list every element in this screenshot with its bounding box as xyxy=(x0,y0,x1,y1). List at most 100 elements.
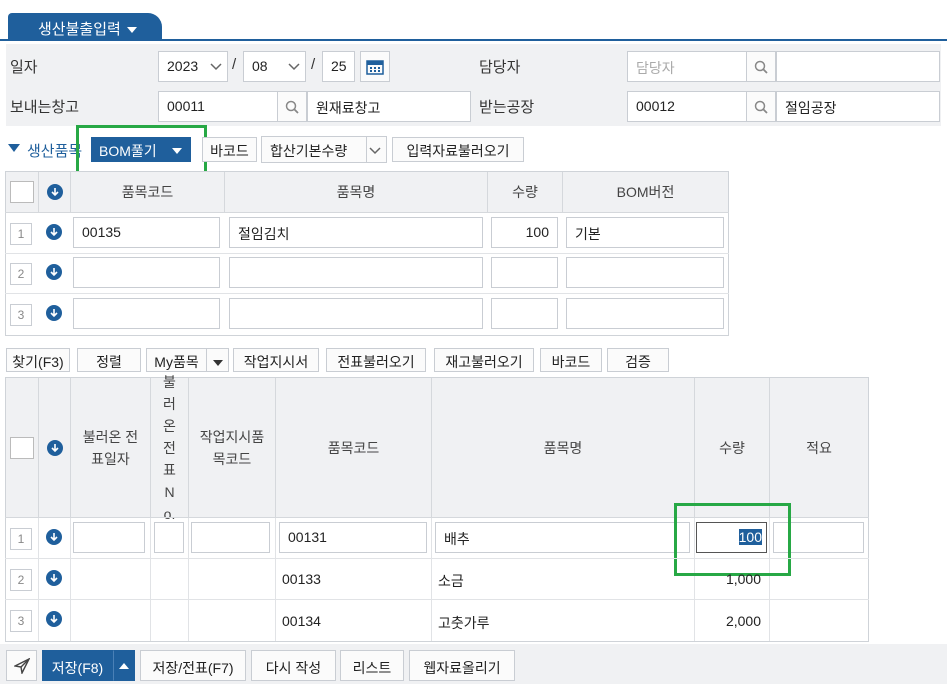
item-name-cell[interactable]: 고춧가루 xyxy=(438,613,490,633)
save-options-button[interactable] xyxy=(113,650,135,681)
item-name-input[interactable] xyxy=(229,298,483,329)
item-code-input[interactable] xyxy=(73,298,220,329)
highlight-box-qty xyxy=(674,503,791,576)
item-code-cell[interactable]: 00134 xyxy=(282,613,321,629)
date-label: 일자 xyxy=(10,59,38,76)
work-order-item-code-input[interactable] xyxy=(191,522,270,553)
item-name-input[interactable] xyxy=(229,257,483,288)
sum-qty-value: 합산기본수량 xyxy=(270,143,348,159)
slip-load-button[interactable]: 전표불러오기 xyxy=(326,348,426,372)
work-order-button[interactable]: 작업지시서 xyxy=(233,348,319,372)
send-warehouse-name-input[interactable]: 원재료창고 xyxy=(307,91,471,122)
item-name-input[interactable]: 절임김치 xyxy=(229,217,483,248)
send-warehouse-code-input[interactable]: 00011 xyxy=(158,91,278,122)
send-warehouse-search-button[interactable] xyxy=(277,91,307,122)
select-all-checkbox[interactable] xyxy=(10,437,34,459)
row-number: 2 xyxy=(10,263,32,285)
month-select[interactable]: 08 xyxy=(243,51,306,82)
day-input[interactable]: 25 xyxy=(322,51,355,82)
year-select[interactable]: 2023 xyxy=(158,51,228,82)
header-item-code: 품목코드 xyxy=(276,378,432,518)
manager-name-input[interactable] xyxy=(776,51,940,82)
stock-load-button[interactable]: 재고불러오기 xyxy=(434,348,534,372)
chevron-down-icon xyxy=(210,63,222,71)
row-number: 1 xyxy=(10,528,32,550)
header-qty: 수량 xyxy=(695,378,770,518)
item-code-cell[interactable]: 00133 xyxy=(282,571,321,587)
search-icon xyxy=(285,100,299,114)
barcode-button-top[interactable]: 바코드 xyxy=(202,137,257,162)
caret-down-icon xyxy=(212,360,223,366)
header-arrow-cell xyxy=(39,378,71,518)
header-bom-version: BOM버전 xyxy=(563,172,728,212)
row-divider xyxy=(5,599,869,600)
production-section-title: 생산품목 xyxy=(27,143,83,160)
row-number: 3 xyxy=(10,610,32,632)
list-button[interactable]: 리스트 xyxy=(340,650,404,681)
find-button[interactable]: 찾기(F3) xyxy=(6,348,70,372)
chevron-down-icon xyxy=(288,63,300,71)
my-item-dropdown[interactable] xyxy=(206,348,229,372)
header-work-order-item-code: 작업지시품목코드 xyxy=(189,378,276,518)
verify-button[interactable]: 검증 xyxy=(607,348,669,372)
item-code-input[interactable]: 00135 xyxy=(73,217,220,248)
load-input-data-button[interactable]: 입력자료불러오기 xyxy=(392,137,524,162)
barcode-button[interactable]: 바코드 xyxy=(540,348,602,372)
receive-factory-search-button[interactable] xyxy=(746,91,776,122)
sum-qty-select[interactable]: 합산기본수량 xyxy=(261,136,387,163)
sort-button[interactable]: 정렬 xyxy=(77,348,141,372)
loaded-slip-no-input[interactable] xyxy=(154,522,184,553)
arrow-down-circle-icon[interactable] xyxy=(46,611,62,627)
bom-version-input[interactable] xyxy=(566,257,724,288)
qty-input[interactable] xyxy=(491,257,558,288)
receive-factory-code-input[interactable]: 00012 xyxy=(627,91,747,122)
qty-input[interactable]: 100 xyxy=(491,217,558,248)
arrow-down-circle-icon[interactable] xyxy=(46,529,62,545)
row-divider xyxy=(5,293,729,294)
header-checkbox-cell xyxy=(6,378,39,518)
row-number: 3 xyxy=(10,304,32,326)
manager-code-input[interactable]: 담당자 xyxy=(627,51,747,82)
send-button[interactable] xyxy=(6,650,37,681)
item-name-input[interactable]: 배추 xyxy=(435,522,690,553)
save-slip-button[interactable]: 저장/전표(F7) xyxy=(140,650,246,681)
row-number: 2 xyxy=(10,569,32,591)
loaded-slip-date-input[interactable] xyxy=(73,522,145,553)
tab-title: 생산불출입력 xyxy=(38,21,121,38)
column-divider xyxy=(275,517,276,641)
collapse-triangle-icon[interactable] xyxy=(8,144,20,153)
tab-production-issue[interactable]: 생산불출입력 xyxy=(8,13,162,41)
qty-input[interactable] xyxy=(491,298,558,329)
arrow-down-circle-icon[interactable] xyxy=(46,440,63,456)
arrow-down-circle-icon[interactable] xyxy=(46,305,62,321)
rewrite-button[interactable]: 다시 작성 xyxy=(251,650,336,681)
bom-version-input[interactable]: 기본 xyxy=(566,217,724,248)
qty-cell[interactable]: 1,000 xyxy=(696,571,761,587)
manager-search-button[interactable] xyxy=(746,51,776,82)
chevron-down-icon xyxy=(369,147,381,155)
column-divider xyxy=(431,517,432,641)
arrow-down-circle-icon[interactable] xyxy=(46,570,62,586)
item-name-cell[interactable]: 소금 xyxy=(438,571,464,591)
item-code-input[interactable]: 00131 xyxy=(279,522,427,553)
date-separator: / xyxy=(311,56,316,73)
search-icon xyxy=(754,60,768,74)
header-qty: 수량 xyxy=(488,172,563,212)
select-all-checkbox[interactable] xyxy=(10,181,34,203)
save-button[interactable]: 저장(F8) xyxy=(42,650,113,681)
header-loaded-slip-date: 불러온 전표일자 xyxy=(71,378,151,518)
highlight-box-bom xyxy=(76,125,207,177)
row-divider xyxy=(5,253,729,254)
my-item-button[interactable]: My품목 xyxy=(146,348,207,372)
bom-version-input[interactable] xyxy=(566,298,724,329)
receive-factory-name-input[interactable]: 절임공장 xyxy=(776,91,940,122)
arrow-down-circle-icon[interactable] xyxy=(46,224,62,240)
qty-cell[interactable]: 2,000 xyxy=(696,613,761,629)
header-memo: 적요 xyxy=(770,378,868,518)
arrow-down-circle-icon[interactable] xyxy=(46,264,62,280)
arrow-down-circle-icon[interactable] xyxy=(46,184,63,200)
chevron-down-icon[interactable] xyxy=(126,27,137,34)
calendar-button[interactable] xyxy=(360,51,390,82)
web-upload-button[interactable]: 웹자료올리기 xyxy=(409,650,515,681)
item-code-input[interactable] xyxy=(73,257,220,288)
